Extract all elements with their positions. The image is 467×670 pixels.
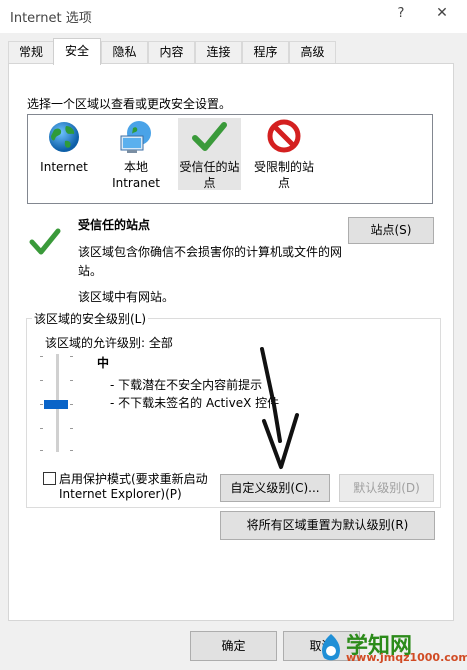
zone-restricted-sites-label-line1: 受限制的站 [253, 160, 314, 174]
tab-security[interactable]: 安全 [53, 38, 101, 65]
sites-button[interactable]: 站点(S) [348, 217, 434, 244]
zone-trusted-sites-label-line2: 点 [203, 176, 216, 190]
tab-privacy[interactable]: 隐私 [101, 41, 148, 63]
zone-local-intranet[interactable]: 本地 Intranet [107, 118, 165, 190]
globe-icon [49, 122, 79, 152]
security-level-name: 中 [97, 356, 110, 370]
zone-restricted-sites-label-line2: 点 [277, 176, 290, 190]
local-intranet-icon [120, 121, 151, 153]
zone-title: 受信任的站点 [78, 218, 151, 232]
custom-level-button[interactable]: 自定义级别(C)... [220, 474, 330, 502]
protected-mode-label-line2: Internet Explorer)(P) [59, 487, 182, 501]
zone-internet[interactable]: Internet [36, 118, 92, 174]
slider-tick [40, 380, 43, 381]
zone-internet-label: Internet [40, 160, 88, 174]
zone-trusted-sites-label-line1: 受信任的站 [179, 160, 240, 174]
zone-restricted-sites[interactable]: 受限制的站 点 [251, 118, 317, 190]
slider-tick [70, 428, 73, 429]
security-level-group-title: 该区域的安全级别(L) [32, 310, 149, 327]
slider-tick [40, 450, 43, 451]
slider-tick [70, 380, 73, 381]
protected-mode-label-line1: 启用保护模式(要求重新启动 [59, 472, 208, 486]
trusted-sites-check-icon [29, 228, 61, 255]
security-level-slider[interactable] [38, 352, 76, 456]
protected-mode-checkbox[interactable] [43, 472, 56, 485]
ok-button[interactable]: 确定 [190, 631, 277, 661]
default-level-button[interactable]: 默认级别(D) [339, 474, 434, 502]
restricted-icon [267, 119, 301, 153]
slider-tick [70, 450, 73, 451]
tab-connections[interactable]: 连接 [195, 41, 242, 63]
allowed-levels-label: 该区域的允许级别: 全部 [45, 336, 173, 350]
tab-general[interactable]: 常规 [8, 41, 54, 63]
tab-content[interactable]: 内容 [148, 41, 195, 63]
zone-note: 该区域中有网站。 [78, 290, 175, 304]
slider-tick [40, 356, 43, 357]
slider-tick [40, 428, 43, 429]
slider-tick [40, 404, 43, 405]
checkmark-icon [192, 122, 227, 151]
security-level-bullet: - 下载潜在不安全内容前提示 [110, 378, 263, 392]
slider-tick [70, 404, 73, 405]
tab-programs[interactable]: 程序 [242, 41, 289, 63]
window-title: Internet 选项 [10, 11, 92, 26]
annotation-arrow-icon [260, 347, 299, 469]
zone-local-intranet-label-line1: 本地 [123, 160, 148, 174]
zone-trusted-sites[interactable]: 受信任的站 点 [178, 118, 241, 190]
watermark-url: www.jmqz1000.com [346, 651, 467, 664]
zone-description: 该区域包含你确信不会损害你的计算机或文件的网站。 [78, 245, 343, 278]
watermark-logo-icon [322, 634, 340, 661]
help-button[interactable]: ? [394, 6, 408, 21]
zone-local-intranet-label-line2: Intranet [112, 176, 160, 190]
reset-all-zones-button[interactable]: 将所有区域重置为默认级别(R) [220, 511, 435, 540]
zone-prompt: 选择一个区域以查看或更改安全设置。 [27, 97, 232, 111]
close-button[interactable]: ✕ [434, 5, 450, 21]
tab-advanced[interactable]: 高级 [289, 41, 336, 63]
slider-thumb[interactable] [44, 400, 68, 409]
slider-tick [70, 356, 73, 357]
